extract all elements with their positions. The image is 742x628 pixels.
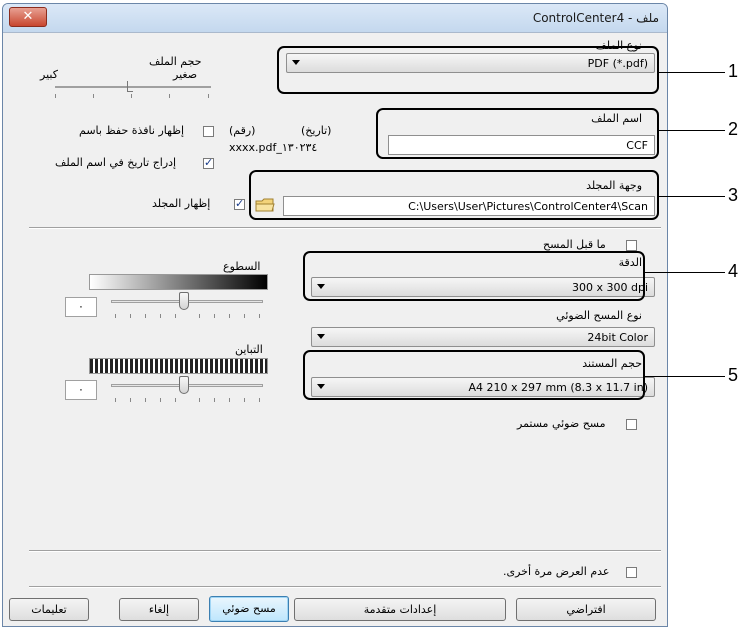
cancel-button[interactable]: إلغاء (119, 598, 199, 621)
slider-tick (175, 398, 176, 402)
callout-line-3 (659, 196, 725, 197)
prescan-label: ما قبل المسح (543, 238, 606, 251)
highlight-box-3 (249, 170, 659, 220)
slider-tick (199, 314, 200, 318)
callout-number-5: 5 (728, 365, 739, 385)
continuous-scan-label: مسح ضوئي مستمر (517, 417, 606, 430)
slider-tick (214, 398, 215, 402)
divider (29, 227, 661, 229)
highlight-box-5 (303, 350, 645, 400)
continuous-scan-checkbox[interactable] (626, 419, 637, 430)
contrast-slider-thumb[interactable] (179, 376, 189, 394)
highlight-box-2 (376, 108, 659, 159)
slider-tick (214, 314, 215, 318)
file-size-slider-track[interactable] (55, 86, 211, 88)
slider-tick (130, 398, 131, 402)
contrast-label: التباين (235, 343, 263, 356)
callout-number-3: 3 (728, 185, 739, 205)
close-button[interactable]: ✕ (9, 7, 47, 27)
help-button[interactable]: تعليمات (9, 598, 89, 621)
show-folder-checkbox[interactable] (234, 197, 245, 210)
insert-date-label: إدراج تاريخ في اسم الملف (55, 156, 177, 169)
slider-tick (259, 314, 260, 318)
slider-tick (160, 314, 161, 318)
title-bar: ✕ ControlCenter4 - ملف (3, 4, 667, 33)
callout-line-1 (659, 72, 725, 73)
scan-type-value: 24bit Color (587, 331, 648, 344)
scan-type-select[interactable]: 24bit Color (311, 327, 655, 347)
callout-line-4 (645, 272, 725, 273)
slider-tick (115, 314, 116, 318)
slider-tick (199, 398, 200, 402)
scan-type-label: نوع المسح الضوئي (556, 309, 642, 322)
slider-tick (259, 398, 260, 402)
divider (29, 586, 661, 588)
highlight-box-1 (277, 46, 659, 94)
callout-number-1: 1 (728, 61, 739, 81)
file-size-slider-thumb[interactable] (127, 81, 133, 92)
slider-tick (145, 398, 146, 402)
callout-number-2: 2 (728, 119, 739, 139)
slider-tick (93, 94, 94, 98)
dont-show-again-checkbox[interactable] (626, 567, 637, 578)
divider (29, 550, 661, 552)
file-name-pattern: xxxx.pdf_١٣٠٢٣٤ (229, 141, 318, 154)
callout-line-5 (645, 376, 725, 377)
number-token-label: (رقم) (229, 124, 256, 137)
file-size-label: حجم الملف (149, 55, 202, 68)
slider-tick (130, 314, 131, 318)
insert-date-checkbox[interactable] (203, 156, 214, 169)
brightness-gradient (89, 274, 268, 290)
dont-show-again-label: عدم العرض مرة أخرى. (503, 565, 610, 578)
controlcenter-file-dialog: ✕ ControlCenter4 - ملف نوع الملف PDF (*.… (2, 3, 668, 627)
slider-tick (145, 314, 146, 318)
date-token-label: (تاريخ) (301, 124, 332, 137)
slider-tick (115, 398, 116, 402)
slider-tick (208, 94, 209, 98)
slider-tick (160, 398, 161, 402)
callout-line-2 (659, 130, 725, 131)
file-size-small-label: صغير (173, 68, 198, 81)
brightness-label: السطوع (223, 260, 261, 273)
advanced-settings-button[interactable]: إعدادات متقدمة (294, 598, 506, 621)
file-size-large-label: كبير (40, 68, 58, 81)
prescan-checkbox[interactable] (626, 240, 637, 251)
slider-tick (244, 398, 245, 402)
show-folder-label: إظهار المجلد (152, 197, 211, 210)
window-title: ControlCenter4 - ملف (532, 11, 659, 25)
highlight-box-4 (303, 251, 645, 301)
brightness-slider-thumb[interactable] (179, 292, 189, 310)
contrast-pattern (89, 358, 268, 374)
show-save-as-label: إظهار نافذة حفظ باسم (79, 124, 184, 137)
slider-tick (229, 398, 230, 402)
callout-number-4: 4 (728, 261, 739, 281)
chevron-down-icon (317, 334, 325, 339)
slider-tick (131, 94, 132, 98)
slider-tick (169, 94, 170, 98)
brightness-value-input[interactable]: ٠ (65, 297, 97, 317)
contrast-value-input[interactable]: ٠ (65, 380, 97, 400)
slider-tick (244, 314, 245, 318)
slider-tick (175, 314, 176, 318)
show-save-as-checkbox[interactable] (203, 126, 214, 137)
scan-button[interactable]: مسح ضوئي (209, 596, 289, 622)
slider-tick (229, 314, 230, 318)
slider-tick (55, 94, 56, 98)
default-button[interactable]: افتراضي (516, 598, 656, 621)
